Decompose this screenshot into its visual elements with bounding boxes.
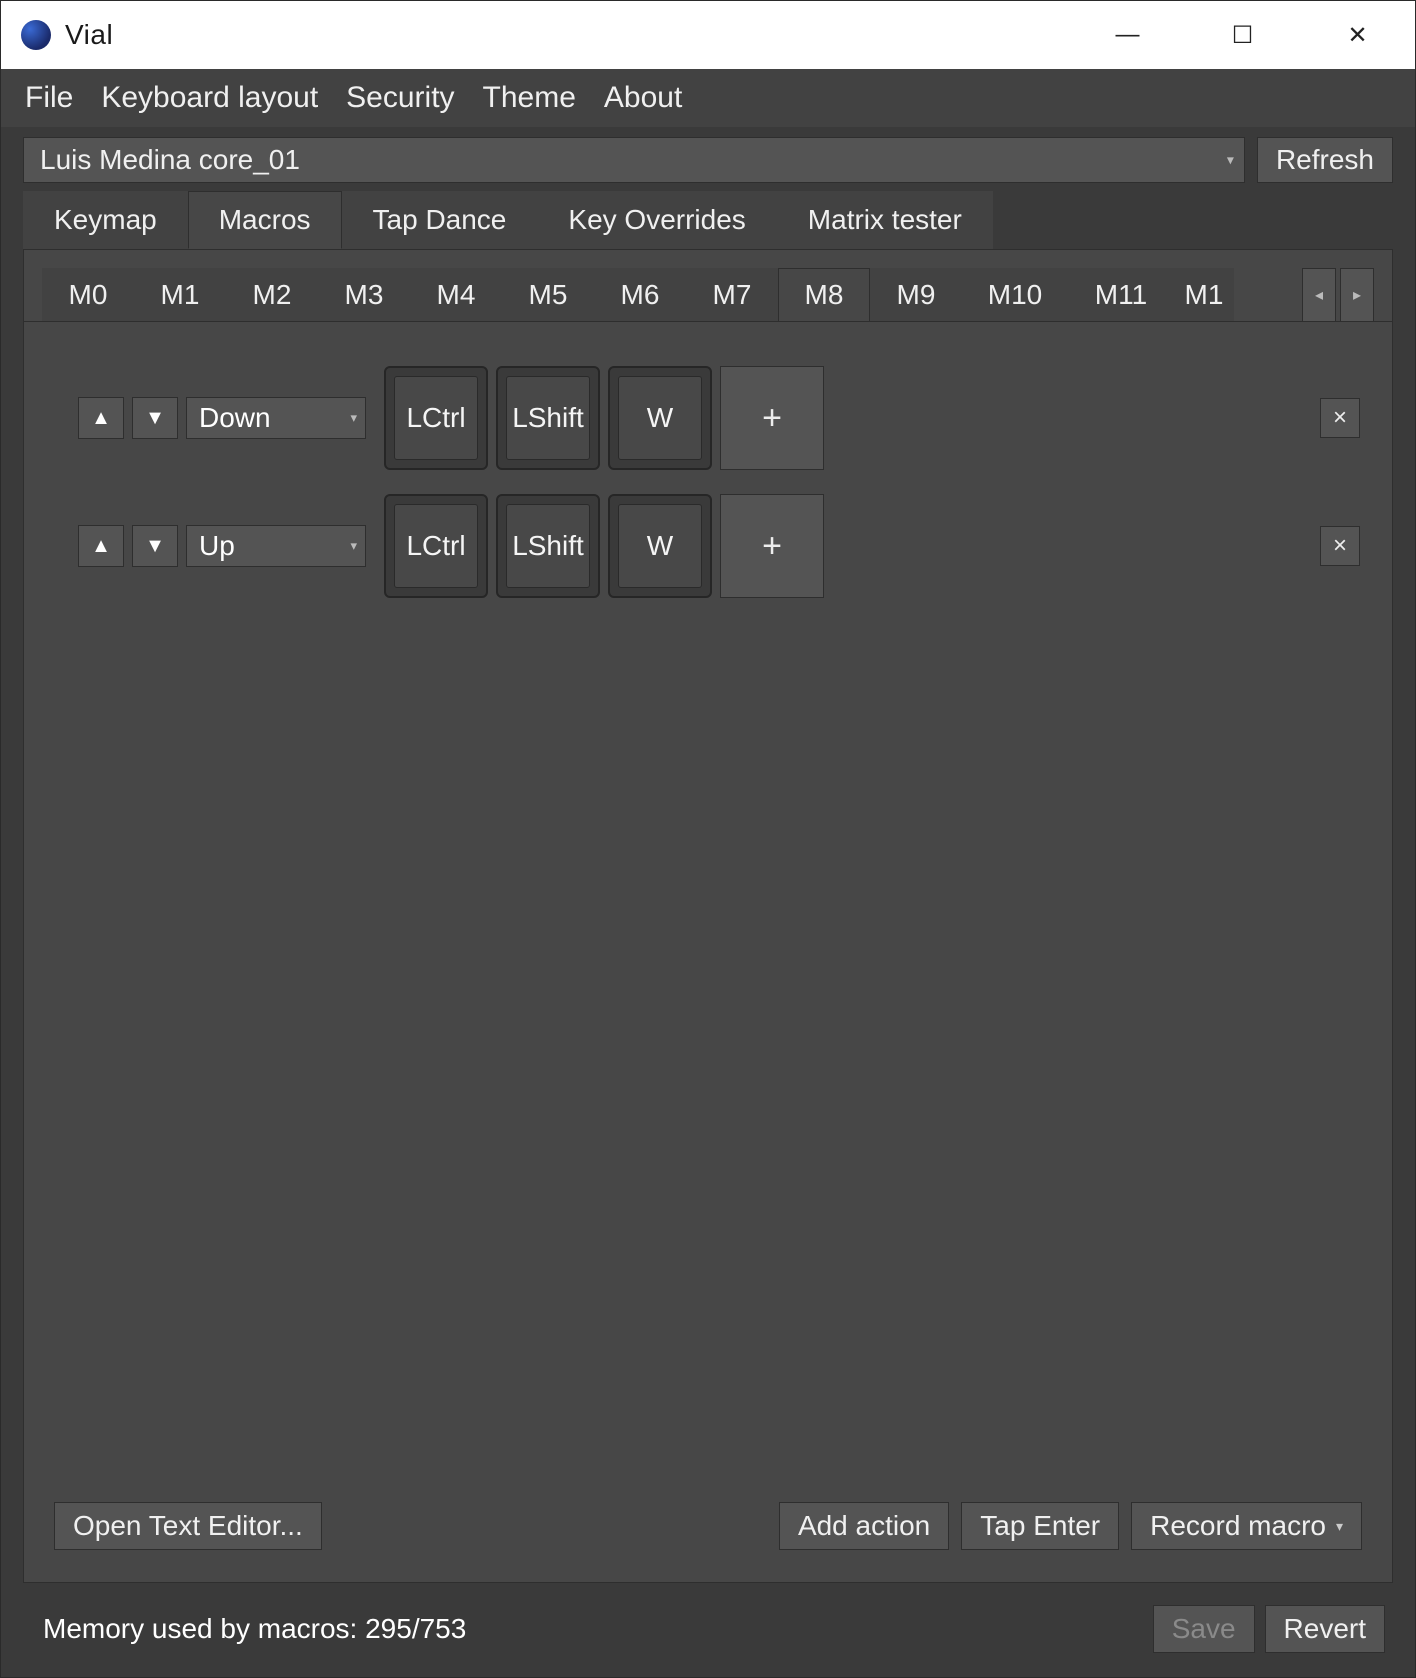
macro-tab-m8[interactable]: M8: [778, 268, 870, 322]
macro-tab-m1[interactable]: M1: [134, 268, 226, 322]
keycap-label: W: [618, 376, 702, 460]
macro-tab-m0[interactable]: M0: [42, 268, 134, 322]
save-button[interactable]: Save: [1153, 1605, 1255, 1653]
close-icon: ×: [1333, 404, 1347, 432]
chevron-down-icon: ▾: [350, 410, 357, 426]
delete-row-button[interactable]: ×: [1320, 526, 1360, 566]
open-text-editor-button[interactable]: Open Text Editor...: [54, 1502, 322, 1550]
macro-tabs-scroll-left[interactable]: ◂: [1302, 268, 1336, 322]
add-key-button[interactable]: +: [720, 494, 824, 598]
device-select-value: Luis Medina core_01: [40, 144, 300, 176]
minimize-button[interactable]: —: [1070, 6, 1185, 64]
tab-macros[interactable]: Macros: [188, 191, 342, 249]
action-type-value: Up: [199, 530, 235, 562]
caret-left-icon: ◂: [1315, 285, 1323, 305]
add-action-button[interactable]: Add action: [779, 1502, 949, 1550]
add-key-button[interactable]: +: [720, 366, 824, 470]
macro-tab-m4[interactable]: M4: [410, 268, 502, 322]
keycap-label: W: [618, 504, 702, 588]
macro-tab-m3[interactable]: M3: [318, 268, 410, 322]
tap-enter-button[interactable]: Tap Enter: [961, 1502, 1119, 1550]
close-icon: ✕: [1347, 21, 1367, 50]
memory-status: Memory used by macros: 295/753: [43, 1613, 466, 1645]
device-toolbar: Luis Medina core_01 ▾ Refresh: [1, 127, 1415, 189]
maximize-button[interactable]: ☐: [1185, 6, 1300, 64]
window-controls: — ☐ ✕: [1070, 6, 1415, 64]
triangle-up-icon: ▲: [91, 407, 111, 430]
macro-panel: M0 M1 M2 M3 M4 M5 M6 M7 M8 M9 M10 M11 M1…: [23, 249, 1393, 1583]
triangle-down-icon: ▼: [145, 535, 165, 558]
macro-row: ▲ ▼ Up ▾ LCtrl LShift W + ×: [50, 492, 1366, 600]
plus-icon: +: [762, 527, 782, 566]
keycap-label: LCtrl: [394, 504, 478, 588]
delete-row-button[interactable]: ×: [1320, 398, 1360, 438]
keycap-label: LShift: [506, 504, 590, 588]
record-macro-label: Record macro: [1150, 1510, 1326, 1542]
revert-button[interactable]: Revert: [1265, 1605, 1385, 1653]
macro-tab-m5[interactable]: M5: [502, 268, 594, 322]
close-icon: ×: [1333, 532, 1347, 560]
keycap[interactable]: W: [608, 366, 712, 470]
statusbar: Memory used by macros: 295/753 Save Reve…: [1, 1595, 1415, 1677]
macro-tab-m9[interactable]: M9: [870, 268, 962, 322]
macro-tab-scroll: M0 M1 M2 M3 M4 M5 M6 M7 M8 M9 M10 M11 M1: [42, 268, 1298, 322]
keycap[interactable]: LShift: [496, 366, 600, 470]
caret-right-icon: ▸: [1353, 285, 1361, 305]
window-title: Vial: [65, 19, 113, 51]
chevron-down-icon: ▾: [1336, 1518, 1343, 1535]
main-tabs: Keymap Macros Tap Dance Key Overrides Ma…: [1, 189, 1415, 249]
macro-tab-row: M0 M1 M2 M3 M4 M5 M6 M7 M8 M9 M10 M11 M1…: [24, 250, 1392, 322]
action-type-select[interactable]: Down ▾: [186, 397, 366, 439]
app-icon: [21, 20, 51, 50]
keycap[interactable]: LCtrl: [384, 366, 488, 470]
action-type-value: Down: [199, 402, 271, 434]
macro-tab-m6[interactable]: M6: [594, 268, 686, 322]
tab-tap-dance[interactable]: Tap Dance: [342, 191, 538, 249]
titlebar: Vial — ☐ ✕: [1, 1, 1415, 69]
tab-matrix-tester[interactable]: Matrix tester: [777, 191, 993, 249]
keycap[interactable]: LShift: [496, 494, 600, 598]
macro-tab-m12-partial[interactable]: M1: [1174, 268, 1234, 322]
chevron-down-icon: ▾: [350, 538, 357, 554]
menu-about[interactable]: About: [590, 75, 696, 121]
plus-icon: +: [762, 399, 782, 438]
tab-keymap[interactable]: Keymap: [23, 191, 188, 249]
maximize-icon: ☐: [1232, 21, 1254, 50]
move-row-up-button[interactable]: ▲: [78, 397, 124, 439]
menu-security[interactable]: Security: [332, 75, 468, 121]
move-row-down-button[interactable]: ▼: [132, 397, 178, 439]
close-window-button[interactable]: ✕: [1300, 6, 1415, 64]
menubar: File Keyboard layout Security Theme Abou…: [1, 69, 1415, 127]
macro-tab-m7[interactable]: M7: [686, 268, 778, 322]
record-macro-button[interactable]: Record macro ▾: [1131, 1502, 1362, 1550]
keycap[interactable]: W: [608, 494, 712, 598]
refresh-button[interactable]: Refresh: [1257, 137, 1393, 183]
keycap[interactable]: LCtrl: [384, 494, 488, 598]
macro-tab-m10[interactable]: M10: [962, 268, 1068, 322]
menu-theme[interactable]: Theme: [469, 75, 590, 121]
macro-body: ▲ ▼ Down ▾ LCtrl LShift W + × ▲ ▼ Up ▾ L…: [24, 321, 1392, 1582]
minimize-icon: —: [1116, 21, 1140, 49]
macro-tabs-scroll-right[interactable]: ▸: [1340, 268, 1374, 322]
action-type-select[interactable]: Up ▾: [186, 525, 366, 567]
device-select[interactable]: Luis Medina core_01 ▾: [23, 137, 1245, 183]
menu-keyboard-layout[interactable]: Keyboard layout: [87, 75, 332, 121]
move-row-down-button[interactable]: ▼: [132, 525, 178, 567]
triangle-down-icon: ▼: [145, 407, 165, 430]
tab-key-overrides[interactable]: Key Overrides: [537, 191, 776, 249]
macro-tab-m2[interactable]: M2: [226, 268, 318, 322]
move-row-up-button[interactable]: ▲: [78, 525, 124, 567]
macro-tab-m11[interactable]: M11: [1068, 268, 1174, 322]
keycap-label: LShift: [506, 376, 590, 460]
macro-bottom-actions: Open Text Editor... Add action Tap Enter…: [50, 1502, 1366, 1562]
triangle-up-icon: ▲: [91, 535, 111, 558]
macro-row: ▲ ▼ Down ▾ LCtrl LShift W + ×: [50, 364, 1366, 472]
keycap-label: LCtrl: [394, 376, 478, 460]
chevron-down-icon: ▾: [1227, 152, 1234, 169]
menu-file[interactable]: File: [11, 75, 87, 121]
